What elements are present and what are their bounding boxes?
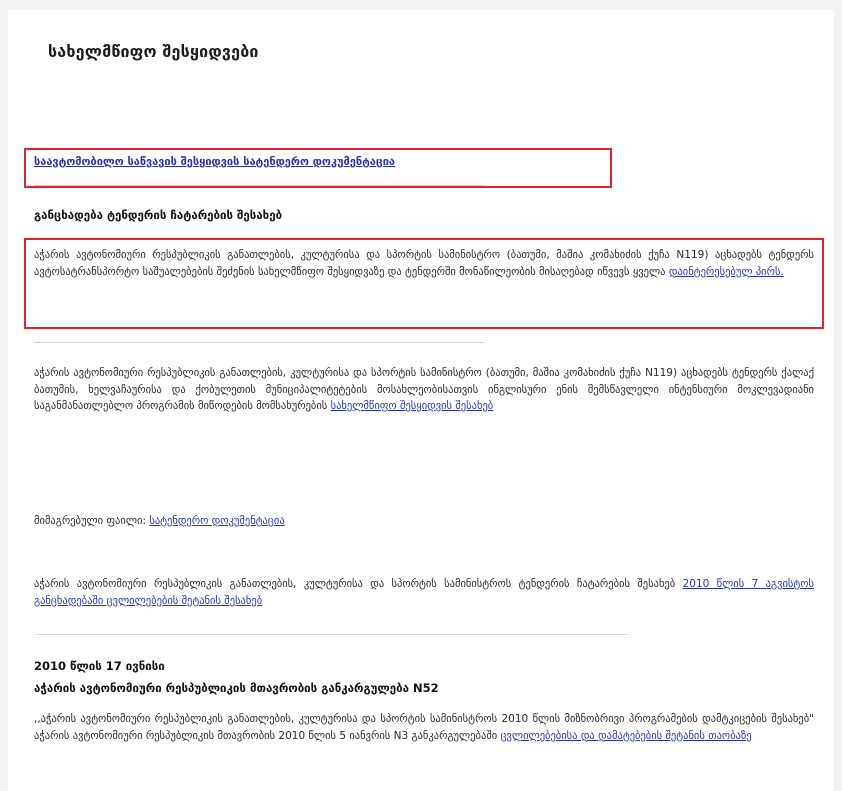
page-title: სახელმწიფო შესყიდვები (48, 42, 259, 61)
english-program-notice: აჭარის ავტონომიური რესპუბლიკის განათლები… (34, 365, 814, 415)
page-background: სახელმწიფო შესყიდვები საავტომობილო საწვა… (0, 0, 842, 791)
decree-paragraph: ,,აჭარის ავტონომიური რესპუბლიკის განათლე… (34, 711, 814, 744)
state-procurement-link[interactable]: სახელმწიფო შესყიდვის შესახებ (331, 400, 494, 412)
decree-date: 2010 წლის 17 ივნისი (34, 659, 165, 673)
interested-persons-link[interactable]: დაინტერესებულ პირს. (669, 266, 784, 278)
divider (34, 185, 484, 186)
decree-changes-link[interactable]: ცვლილებებისა და დამატებების შეტანის თაობ… (501, 730, 752, 742)
divider (34, 634, 630, 635)
fuel-tender-documentation-link[interactable]: საავტომობილო საწვავის შესყიდვის სატენდერ… (34, 155, 395, 168)
divider (34, 342, 484, 343)
announcement-paragraph: აჭარის ავტონომიური რესპუბლიკის განათლები… (34, 247, 814, 280)
announcement-heading: განცხადება ტენდერის ჩატარების შესახებ (34, 208, 283, 222)
highlight-box-title (24, 148, 612, 188)
attached-file-label: მიმაგრებული ფაილი: (34, 515, 150, 527)
tender-documentation-link[interactable]: სატენდერო დოკუმენტაცია (149, 515, 284, 527)
attached-file-row: მიმაგრებული ფაილი: სატენდერო დოკუმენტაცი… (34, 513, 814, 530)
decree-title: აჭარის ავტონომიური რესპუბლიკის მთავრობის… (34, 681, 439, 695)
changes-notice: აჭარის ავტონომიური რესპუბლიკის განათლები… (34, 576, 814, 609)
changes-text: აჭარის ავტონომიური რესპუბლიკის განათლები… (34, 578, 683, 590)
